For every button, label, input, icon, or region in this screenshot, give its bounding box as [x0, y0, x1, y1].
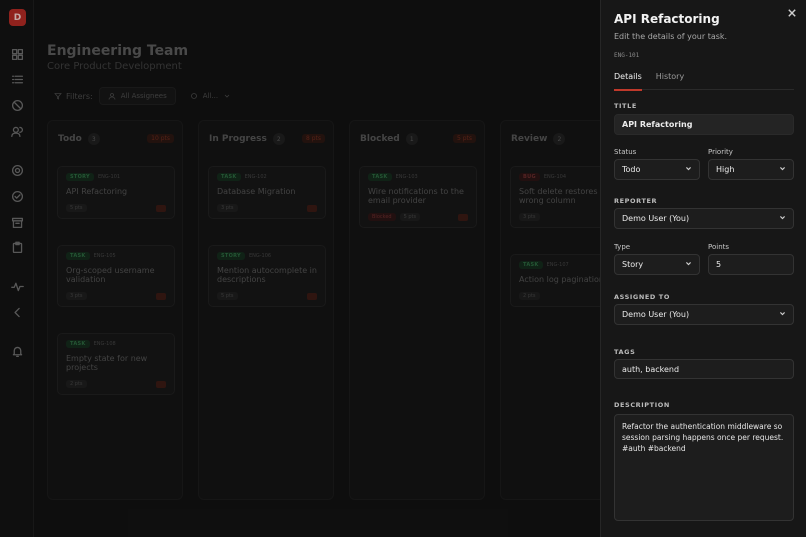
- chevron-down-icon: [685, 260, 692, 269]
- reporter-select[interactable]: Demo User (You): [614, 208, 794, 229]
- chevron-down-icon: [779, 310, 786, 319]
- status-value: Todo: [622, 165, 641, 174]
- title-value: API Refactoring: [622, 120, 693, 129]
- drawer-tabs: Details History: [614, 72, 794, 91]
- close-icon: [788, 9, 796, 17]
- task-id: ENG-101: [614, 52, 640, 59]
- points-input[interactable]: 5: [708, 254, 794, 275]
- app-root: D Engineering Team Core Product Developm…: [0, 0, 806, 537]
- chevron-down-icon: [685, 165, 692, 174]
- tab-history[interactable]: History: [656, 72, 684, 90]
- title-label: TITLE: [614, 102, 637, 110]
- title-field[interactable]: API Refactoring: [614, 114, 794, 135]
- type-select[interactable]: Story: [614, 254, 700, 275]
- priority-label: Priority: [708, 148, 733, 156]
- assigned-to-label: ASSIGNED TO: [614, 293, 670, 301]
- priority-select[interactable]: High: [708, 159, 794, 180]
- points-value: 5: [716, 260, 722, 269]
- drawer-subtitle: Edit the details of your task.: [614, 32, 728, 41]
- drawer-title: API Refactoring: [614, 12, 720, 26]
- description-textarea[interactable]: Refactor the authentication middleware s…: [614, 414, 794, 521]
- tags-label: TAGS: [614, 348, 636, 356]
- assignee-value: Demo User (You): [622, 310, 690, 319]
- tags-input[interactable]: auth, backend: [614, 359, 794, 379]
- tags-value: auth, backend: [622, 364, 680, 374]
- priority-value: High: [716, 165, 735, 174]
- assignee-select[interactable]: Demo User (You): [614, 304, 794, 325]
- reporter-label: REPORTER: [614, 197, 658, 205]
- task-edit-drawer: API Refactoring Edit the details of your…: [600, 0, 806, 537]
- type-label: Type: [614, 243, 631, 251]
- chevron-down-icon: [779, 165, 786, 174]
- tab-details[interactable]: Details: [614, 72, 642, 91]
- status-label: Status: [614, 148, 637, 156]
- points-label: Points: [708, 243, 730, 251]
- chevron-down-icon: [779, 214, 786, 223]
- close-button[interactable]: [786, 7, 798, 19]
- status-select[interactable]: Todo: [614, 159, 700, 180]
- reporter-value: Demo User (You): [622, 214, 690, 223]
- type-value: Story: [622, 260, 644, 269]
- modal-backdrop[interactable]: [0, 0, 600, 537]
- description-label: DESCRIPTION: [614, 401, 670, 409]
